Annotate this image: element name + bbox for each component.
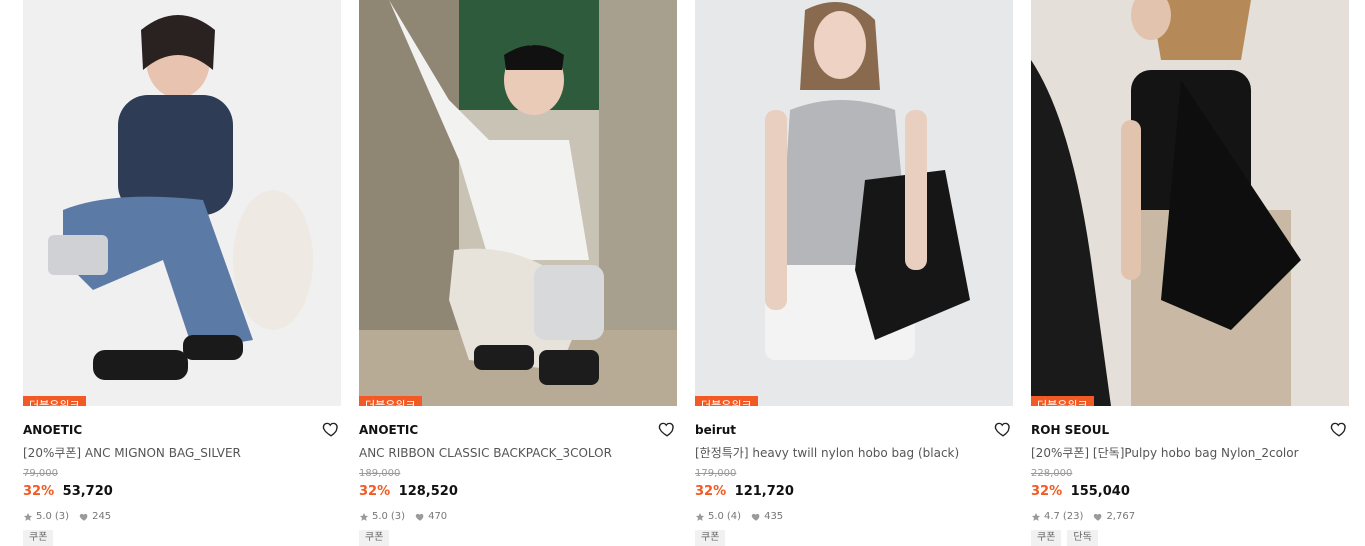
tag-list: 쿠폰 bbox=[695, 530, 1013, 546]
product-stats: 5.0 (3) 245 bbox=[23, 511, 341, 523]
heart-filled-icon bbox=[79, 512, 89, 522]
review-count: (23) bbox=[1062, 511, 1084, 522]
sale-price: 128,520 bbox=[398, 484, 458, 499]
price-row: 32% 128,520 bbox=[359, 484, 677, 500]
heart-filled-icon bbox=[1093, 512, 1103, 522]
promo-badge: 더블유위크 bbox=[23, 396, 86, 406]
review-count: (3) bbox=[54, 511, 70, 522]
heart-outline-icon[interactable] bbox=[322, 420, 340, 438]
discount-rate: 32% bbox=[23, 484, 55, 499]
product-image[interactable]: 더블유위크 bbox=[359, 0, 677, 406]
star-icon bbox=[1031, 512, 1041, 522]
sale-price: 121,720 bbox=[734, 484, 794, 499]
like-count: 435 bbox=[764, 511, 784, 522]
discount-rate: 32% bbox=[695, 484, 727, 499]
brand-name[interactable]: ANOETIC bbox=[23, 422, 341, 438]
product-photo-illustration bbox=[695, 0, 1013, 406]
price-row: 32% 155,040 bbox=[1031, 484, 1349, 500]
rating-value: 5.0 bbox=[708, 511, 724, 522]
review-count: (4) bbox=[726, 511, 742, 522]
tag-list: 쿠폰 bbox=[23, 530, 341, 546]
tag-list: 쿠폰 bbox=[359, 530, 677, 546]
discount-rate: 32% bbox=[359, 484, 391, 499]
original-price: 189,000 bbox=[359, 468, 401, 479]
like-count: 470 bbox=[428, 511, 448, 522]
heart-outline-icon[interactable] bbox=[1330, 420, 1348, 438]
tag-list: 쿠폰 단독 bbox=[1031, 530, 1349, 546]
rating-value: 5.0 bbox=[372, 511, 388, 522]
tag-chip: 쿠폰 bbox=[23, 530, 54, 546]
original-price: 228,000 bbox=[1031, 468, 1073, 479]
star-icon bbox=[695, 512, 705, 522]
product-image[interactable]: 더블유위크 bbox=[695, 0, 1013, 406]
sale-price: 53,720 bbox=[62, 484, 113, 499]
product-card[interactable]: 더블유위크 beirut [한정특가] heavy twill nylon ho… bbox=[695, 0, 1013, 546]
tag-chip: 단독 bbox=[1067, 530, 1098, 546]
heart-outline-icon[interactable] bbox=[994, 420, 1012, 438]
original-price: 79,000 bbox=[23, 468, 58, 479]
product-name[interactable]: [한정특가] heavy twill nylon hobo bag (black… bbox=[695, 445, 1013, 461]
product-image[interactable]: 더블유위크 bbox=[23, 0, 341, 406]
product-photo-illustration bbox=[1031, 0, 1349, 406]
discount-rate: 32% bbox=[1031, 484, 1063, 499]
product-photo-illustration bbox=[359, 0, 677, 406]
product-card[interactable]: 더블유위크 ANOETIC [20%쿠폰] ANC MIGNON BAG_SIL… bbox=[23, 0, 341, 546]
product-grid: 더블유위크 ANOETIC [20%쿠폰] ANC MIGNON BAG_SIL… bbox=[0, 0, 1365, 546]
product-photo-illustration bbox=[23, 0, 341, 406]
price-row: 32% 53,720 bbox=[23, 484, 341, 500]
brand-name[interactable]: ANOETIC bbox=[359, 422, 677, 438]
product-name[interactable]: ANC RIBBON CLASSIC BACKPACK_3COLOR bbox=[359, 445, 677, 461]
brand-name[interactable]: beirut bbox=[695, 422, 1013, 438]
product-card[interactable]: 더블유위크 ROH SEOUL [20%쿠폰] [단독]Pulpy hobo b… bbox=[1031, 0, 1349, 546]
tag-chip: 쿠폰 bbox=[695, 530, 726, 546]
price-row: 32% 121,720 bbox=[695, 484, 1013, 500]
product-image[interactable]: 더블유위크 bbox=[1031, 0, 1349, 406]
product-card[interactable]: 더블유위크 ANOETIC ANC RIBBON CLASSIC BACKPAC… bbox=[359, 0, 677, 546]
promo-badge: 더블유위크 bbox=[359, 396, 422, 406]
like-count: 245 bbox=[92, 511, 112, 522]
tag-chip: 쿠폰 bbox=[1031, 530, 1062, 546]
tag-chip: 쿠폰 bbox=[359, 530, 390, 546]
product-name[interactable]: [20%쿠폰] ANC MIGNON BAG_SILVER bbox=[23, 445, 341, 461]
promo-badge: 더블유위크 bbox=[1031, 396, 1094, 406]
original-price: 179,000 bbox=[695, 468, 737, 479]
product-stats: 5.0 (3) 470 bbox=[359, 511, 677, 523]
product-stats: 5.0 (4) 435 bbox=[695, 511, 1013, 523]
star-icon bbox=[23, 512, 33, 522]
product-stats: 4.7 (23) 2,767 bbox=[1031, 511, 1349, 523]
brand-name[interactable]: ROH SEOUL bbox=[1031, 422, 1349, 438]
product-name[interactable]: [20%쿠폰] [단독]Pulpy hobo bag Nylon_2color bbox=[1031, 445, 1349, 461]
heart-filled-icon bbox=[415, 512, 425, 522]
star-icon bbox=[359, 512, 369, 522]
rating-value: 5.0 bbox=[36, 511, 52, 522]
heart-filled-icon bbox=[751, 512, 761, 522]
heart-outline-icon[interactable] bbox=[658, 420, 676, 438]
review-count: (3) bbox=[390, 511, 406, 522]
like-count: 2,767 bbox=[1106, 511, 1136, 522]
rating-value: 4.7 bbox=[1044, 511, 1060, 522]
promo-badge: 더블유위크 bbox=[695, 396, 758, 406]
sale-price: 155,040 bbox=[1070, 484, 1130, 499]
